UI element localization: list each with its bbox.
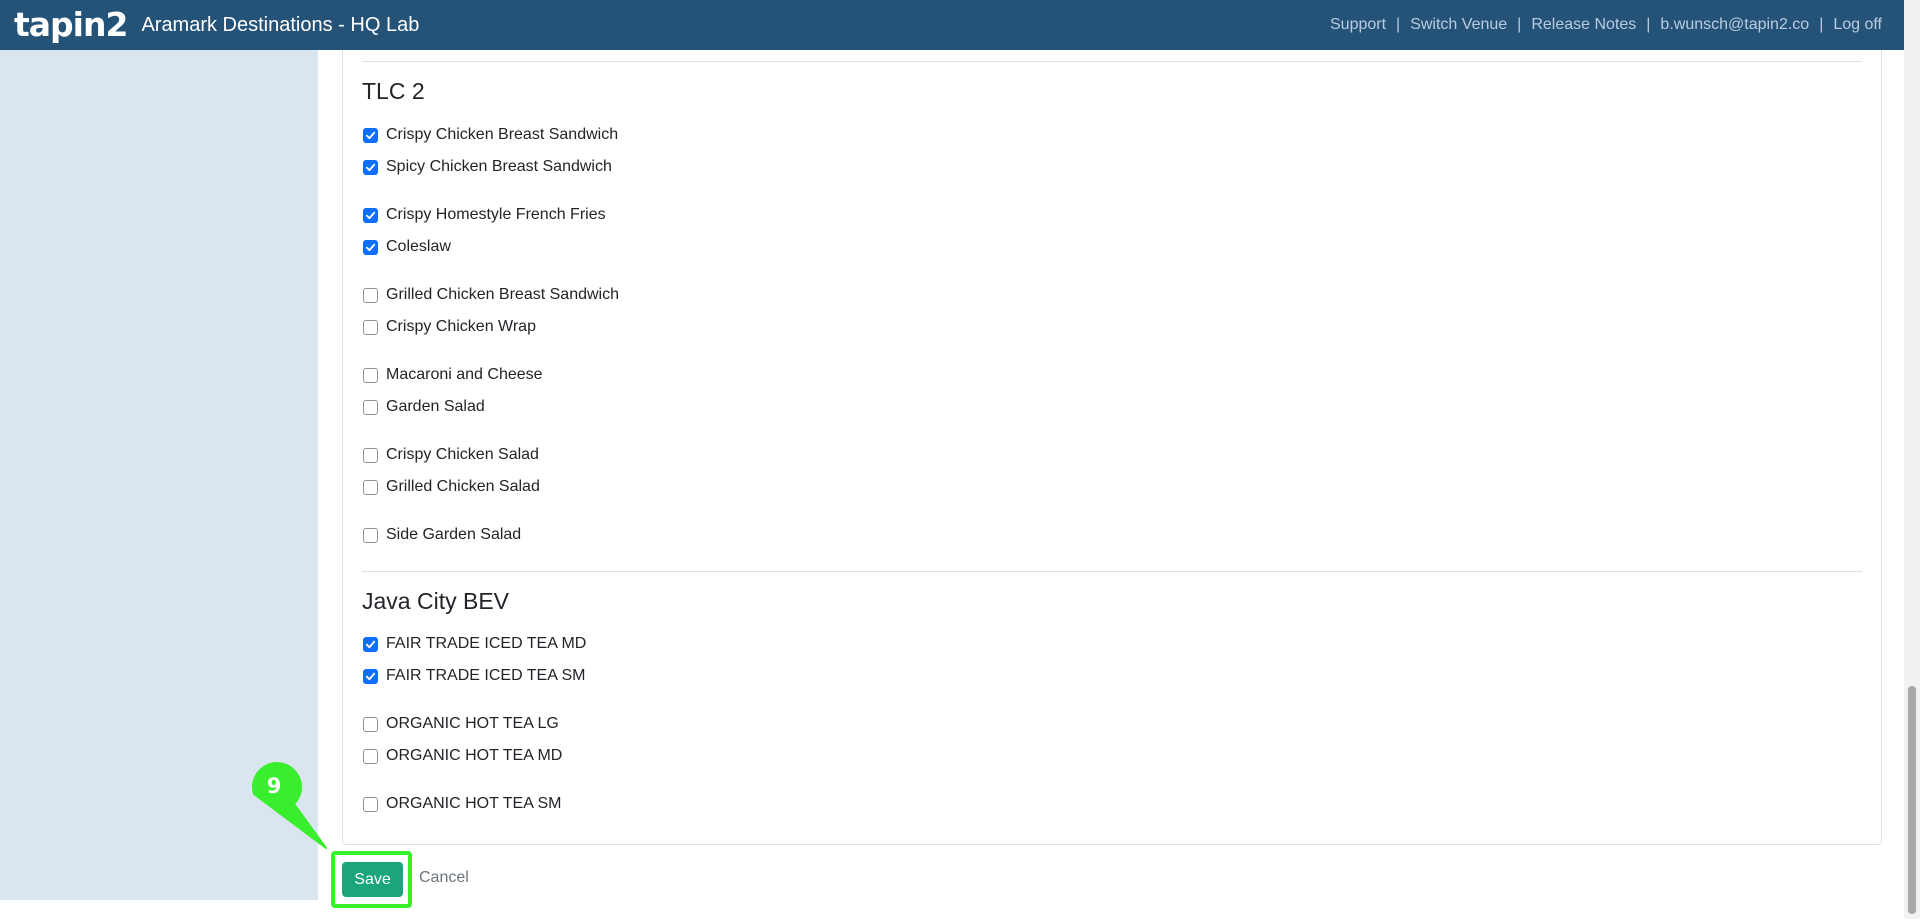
- checkbox[interactable]: [363, 527, 378, 543]
- item-side-garden-salad[interactable]: Side Garden Salad: [363, 524, 521, 546]
- checkmark-icon: [365, 672, 376, 680]
- switch-venue-link[interactable]: Switch Venue: [1410, 16, 1507, 34]
- logoff-link[interactable]: Log off: [1833, 16, 1882, 34]
- item-organic-hot-tea-lg[interactable]: ORGANIC HOT TEA LG: [363, 713, 559, 735]
- nav-separator: |: [1819, 16, 1824, 33]
- checkbox[interactable]: [363, 127, 378, 143]
- item-label: Crispy Chicken Salad: [386, 446, 539, 463]
- item-crispy-homestyle-french-fries[interactable]: Crispy Homestyle French Fries: [363, 204, 606, 226]
- checkbox[interactable]: [363, 796, 378, 812]
- support-link[interactable]: Support: [1330, 16, 1386, 34]
- checkbox[interactable]: [363, 479, 378, 495]
- item-crispy-chicken-wrap[interactable]: Crispy Chicken Wrap: [363, 316, 536, 338]
- checkbox[interactable]: [363, 367, 378, 383]
- brand-logo[interactable]: tapin2: [14, 0, 128, 50]
- release-notes-link[interactable]: Release Notes: [1531, 16, 1636, 34]
- item-coleslaw[interactable]: Coleslaw: [363, 236, 451, 258]
- item-organic-hot-tea-sm[interactable]: ORGANIC HOT TEA SM: [363, 793, 561, 815]
- item-grilled-chicken-breast-sandwich[interactable]: Grilled Chicken Breast Sandwich: [363, 284, 619, 306]
- item-label: Garden Salad: [386, 398, 485, 415]
- section-divider: [362, 571, 1862, 572]
- item-fair-trade-iced-tea-sm[interactable]: FAIR TRADE ICED TEA SM: [363, 665, 585, 687]
- scrollbar-thumb[interactable]: [1908, 686, 1916, 914]
- item-label: ORGANIC HOT TEA SM: [386, 795, 562, 812]
- item-garden-salad[interactable]: Garden Salad: [363, 396, 485, 418]
- item-label: FAIR TRADE ICED TEA SM: [386, 667, 586, 684]
- item-fair-trade-iced-tea-md[interactable]: FAIR TRADE ICED TEA MD: [363, 633, 586, 655]
- item-label: ORGANIC HOT TEA LG: [386, 715, 559, 732]
- item-label: Macaroni and Cheese: [386, 366, 543, 383]
- checkmark-icon: [365, 211, 376, 219]
- checkbox[interactable]: [363, 159, 378, 175]
- section-title-java-city-bev: Java City BEV: [362, 588, 509, 614]
- nav-separator: |: [1396, 16, 1401, 33]
- item-label: Grilled Chicken Salad: [386, 478, 540, 495]
- venue-title: Aramark Destinations - HQ Lab: [141, 14, 420, 36]
- save-button[interactable]: Save: [342, 862, 403, 897]
- section-title-tlc-2: TLC 2: [362, 78, 425, 104]
- item-label: Crispy Homestyle French Fries: [386, 206, 606, 223]
- item-label: Side Garden Salad: [386, 526, 522, 543]
- item-label: ORGANIC HOT TEA MD: [386, 747, 563, 764]
- item-crispy-chicken-breast-sandwich[interactable]: Crispy Chicken Breast Sandwich: [363, 124, 618, 146]
- section-divider: [362, 61, 1862, 62]
- top-navbar: tapin2 Aramark Destinations - HQ Lab Sup…: [0, 0, 1904, 50]
- item-label: Spicy Chicken Breast Sandwich: [386, 158, 612, 175]
- checkmark-icon: [365, 243, 376, 251]
- user-account-link[interactable]: b.wunsch@tapin2.co: [1660, 16, 1809, 34]
- item-label: FAIR TRADE ICED TEA MD: [386, 635, 587, 652]
- checkbox[interactable]: [363, 207, 378, 223]
- item-label: Coleslaw: [386, 238, 451, 255]
- cancel-link[interactable]: Cancel: [419, 869, 469, 887]
- item-label: Grilled Chicken Breast Sandwich: [386, 286, 619, 303]
- item-label: Crispy Chicken Breast Sandwich: [386, 126, 619, 143]
- item-grilled-chicken-salad[interactable]: Grilled Chicken Salad: [363, 476, 540, 498]
- item-spicy-chicken-breast-sandwich[interactable]: Spicy Chicken Breast Sandwich: [363, 156, 612, 178]
- item-label: Crispy Chicken Wrap: [386, 318, 536, 335]
- checkbox[interactable]: [363, 399, 378, 415]
- nav-links: Support | Switch Venue | Release Notes |…: [1330, 0, 1882, 50]
- item-organic-hot-tea-md[interactable]: ORGANIC HOT TEA MD: [363, 745, 562, 767]
- checkbox[interactable]: [363, 716, 378, 732]
- checkbox[interactable]: [363, 239, 378, 255]
- item-crispy-chicken-salad[interactable]: Crispy Chicken Salad: [363, 444, 539, 466]
- checkbox[interactable]: [363, 447, 378, 463]
- checkbox[interactable]: [363, 668, 378, 684]
- checkbox[interactable]: [363, 636, 378, 652]
- checkbox[interactable]: [363, 319, 378, 335]
- nav-separator: |: [1646, 16, 1651, 33]
- checkbox[interactable]: [363, 748, 378, 764]
- sidebar: [0, 50, 318, 900]
- checkmark-icon: [365, 131, 376, 139]
- checkmark-icon: [365, 640, 376, 648]
- checkbox[interactable]: [363, 287, 378, 303]
- checkmark-icon: [365, 163, 376, 171]
- page-scrollbar[interactable]: [1904, 0, 1920, 919]
- item-macaroni-and-cheese[interactable]: Macaroni and Cheese: [363, 364, 543, 386]
- nav-separator: |: [1517, 16, 1522, 33]
